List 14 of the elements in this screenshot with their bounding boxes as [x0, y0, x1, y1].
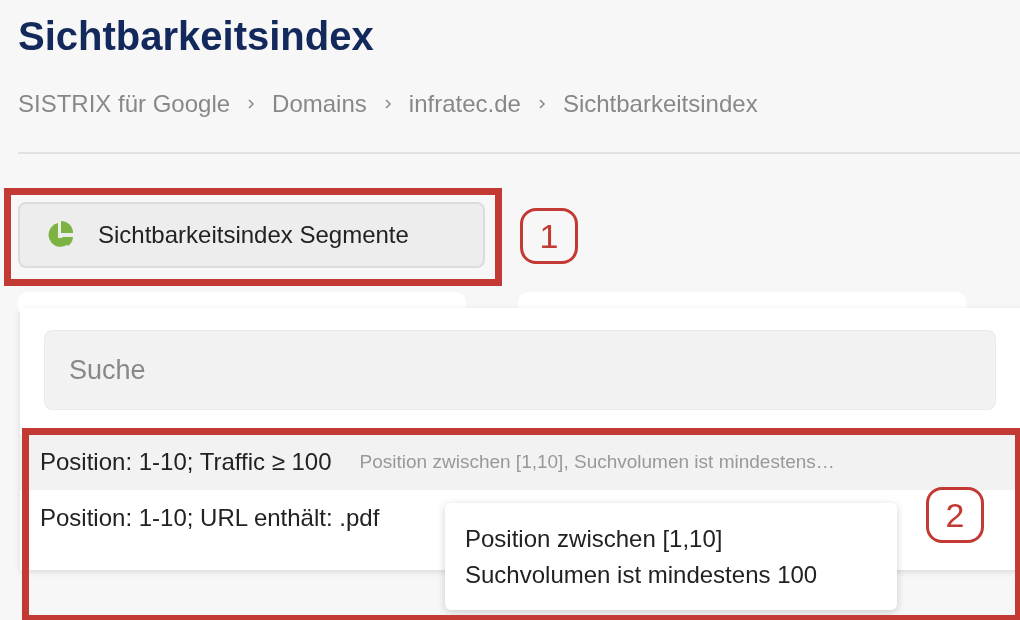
chevron-icon — [536, 98, 547, 110]
chevron-icon — [246, 98, 257, 110]
breadcrumb-link[interactable]: Domains — [272, 90, 367, 118]
tooltip-text: Suchvolumen ist mindestens 100 — [465, 560, 819, 589]
page-title: Sichtbarkeitsindex — [18, 13, 375, 60]
annotation-number: 2 — [926, 487, 984, 543]
search-field[interactable]: Suche — [44, 330, 996, 410]
breadcrumb-link[interactable]: Sichtbarkeitsindex — [562, 90, 758, 118]
breadcrumb-link[interactable]: infratec.de — [408, 90, 521, 118]
tooltip-text: Position zwischen [1,10] — [465, 524, 724, 553]
chevron-icon — [382, 98, 393, 110]
breadcrumb-link[interactable]: SISTRIX für Google — [18, 90, 231, 118]
segments-button[interactable]: Sichtbarkeitsindex Segmente — [18, 202, 485, 268]
annotation-number: 1 — [520, 208, 578, 264]
